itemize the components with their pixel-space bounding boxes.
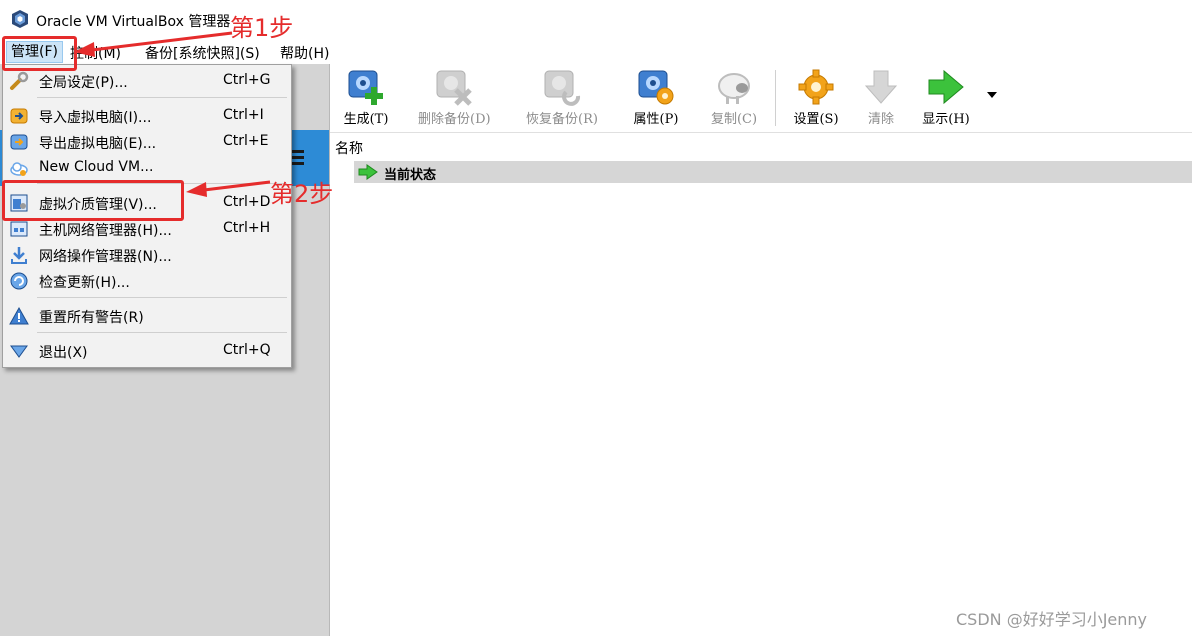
step2-annotation: 第2步 [270, 180, 334, 208]
watermark: CSDN @好好学习小Jenny [956, 610, 1148, 629]
step1-arrow-icon [74, 31, 233, 57]
step1-annotation: 第1步 [230, 14, 294, 42]
virtualbox-manager-window: Oracle VM VirtualBox 管理器 管理(F) 控制(M) 备份[… [0, 0, 1192, 636]
step2-arrow-icon [186, 180, 271, 197]
annotation-arrows [74, 31, 271, 197]
